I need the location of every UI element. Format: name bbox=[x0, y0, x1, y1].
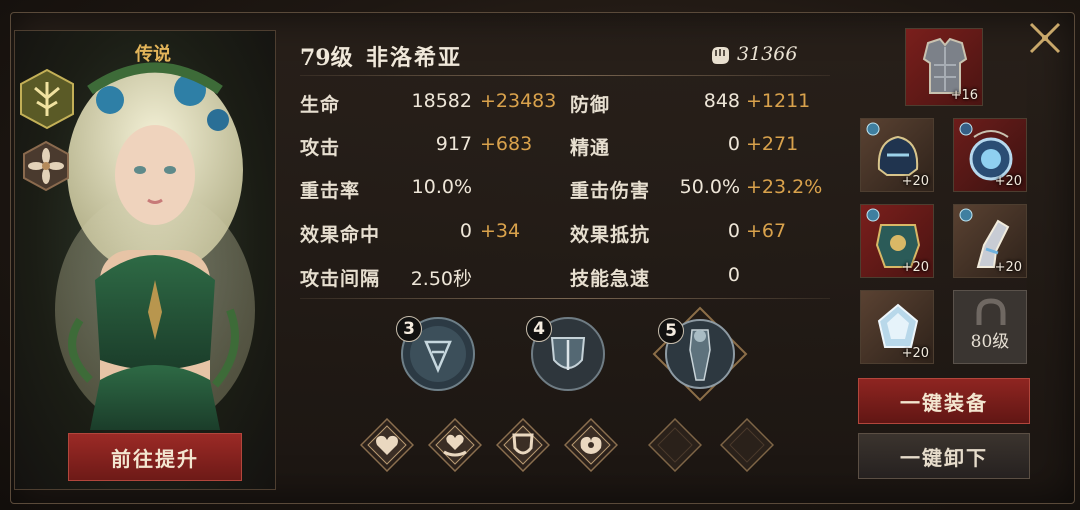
divider bbox=[300, 75, 830, 76]
stat-value: 10.0% bbox=[411, 176, 472, 198]
equip-slot-crystal[interactable]: +20 bbox=[860, 290, 934, 364]
stat-label: 效果命中 bbox=[300, 224, 381, 246]
stat-value: 50.0% bbox=[679, 176, 740, 198]
stat-crit-dmg: 重击伤害 50.0% +23.2% bbox=[570, 176, 830, 204]
hero-header: 79级 非洛希亚 31366 bbox=[300, 40, 830, 74]
stat-value: 0 bbox=[459, 220, 472, 242]
equip-slot-helmet[interactable]: +20 bbox=[860, 118, 934, 192]
hero-level: 79级 bbox=[300, 45, 353, 71]
stat-bonus: +271 bbox=[746, 133, 799, 155]
rune-slot-4[interactable] bbox=[564, 418, 618, 472]
stat-label: 技能急速 bbox=[570, 268, 651, 290]
close-icon[interactable] bbox=[1023, 16, 1067, 60]
stat-label: 攻击间隔 bbox=[300, 268, 381, 290]
enhance-level: +16 bbox=[950, 88, 978, 103]
stat-hp: 生命 18582 +23483 bbox=[300, 90, 560, 118]
upgrade-button[interactable]: 前往提升 bbox=[68, 433, 242, 481]
enhance-level: +20 bbox=[901, 346, 929, 361]
stat-bonus: +23483 bbox=[480, 90, 557, 112]
combat-power-value: 31366 bbox=[737, 43, 798, 65]
stat-bonus: +683 bbox=[480, 133, 533, 155]
equip-slot-gauntlet[interactable]: +20 bbox=[953, 204, 1027, 278]
stat-value: 0 bbox=[727, 133, 740, 155]
hero-name: 非洛希亚 bbox=[366, 45, 463, 71]
class-badge-icon bbox=[20, 68, 74, 130]
rune-slot-1[interactable] bbox=[360, 418, 414, 472]
stat-mastery: 精通 0 +271 bbox=[570, 133, 830, 161]
stat-value: 917 bbox=[435, 133, 472, 155]
stat-label: 效果抵抗 bbox=[570, 224, 651, 246]
rune-slot-5-empty[interactable] bbox=[648, 418, 702, 472]
stat-crit-rate: 重击率 10.0% bbox=[300, 176, 560, 204]
enhance-level: +20 bbox=[994, 260, 1022, 275]
stat-bonus: +67 bbox=[746, 220, 787, 242]
enhance-level: +20 bbox=[901, 174, 929, 189]
stat-value: 0 bbox=[727, 220, 740, 242]
stat-label: 防御 bbox=[570, 94, 611, 116]
equip-slot-amulet[interactable]: +20 bbox=[953, 118, 1027, 192]
fist-power-icon bbox=[712, 47, 729, 64]
equip-all-button[interactable]: 一键装备 bbox=[858, 378, 1030, 424]
stat-accuracy: 效果命中 0 +34 bbox=[300, 220, 560, 248]
stat-resist: 效果抵抗 0 +67 bbox=[570, 220, 830, 248]
rune-slot-2[interactable] bbox=[428, 418, 482, 472]
stat-atk-interval: 攻击间隔 2.50秒 bbox=[300, 264, 560, 292]
stat-value: 848 bbox=[703, 90, 740, 112]
divider bbox=[300, 298, 830, 299]
skill-number: 3 bbox=[396, 316, 422, 342]
element-flower-icon bbox=[23, 140, 69, 192]
unequip-all-button[interactable]: 一键卸下 bbox=[858, 433, 1030, 479]
stat-def: 防御 848 +1211 bbox=[570, 90, 830, 118]
stat-value: 0 bbox=[727, 264, 740, 286]
stat-bonus: +23.2% bbox=[746, 176, 823, 198]
stat-value: 2.50秒 bbox=[410, 268, 472, 290]
stat-label: 生命 bbox=[300, 94, 341, 116]
equip-slot-locked: 80级 bbox=[953, 290, 1027, 364]
rune-slot-3[interactable] bbox=[496, 418, 550, 472]
skill-number: 5 bbox=[658, 318, 684, 344]
stat-label: 重击伤害 bbox=[570, 180, 651, 202]
rune-slot-6-empty[interactable] bbox=[720, 418, 774, 472]
stat-atk: 攻击 917 +683 bbox=[300, 133, 560, 161]
equip-slot-chest[interactable]: +20 bbox=[860, 204, 934, 278]
stat-label: 重击率 bbox=[300, 180, 361, 202]
stat-haste: 技能急速 0 bbox=[570, 264, 830, 292]
stat-label: 攻击 bbox=[300, 137, 341, 159]
skill-number: 4 bbox=[526, 316, 552, 342]
stat-bonus: +1211 bbox=[746, 90, 811, 112]
equip-slot-armor[interactable]: +16 bbox=[905, 28, 983, 106]
stat-bonus: +34 bbox=[480, 220, 521, 242]
stat-label: 精通 bbox=[570, 137, 611, 159]
enhance-level: +20 bbox=[994, 174, 1022, 189]
stat-value: 18582 bbox=[411, 90, 472, 112]
enhance-level: +20 bbox=[901, 260, 929, 275]
unlock-level-label: 80级 bbox=[970, 332, 1010, 352]
